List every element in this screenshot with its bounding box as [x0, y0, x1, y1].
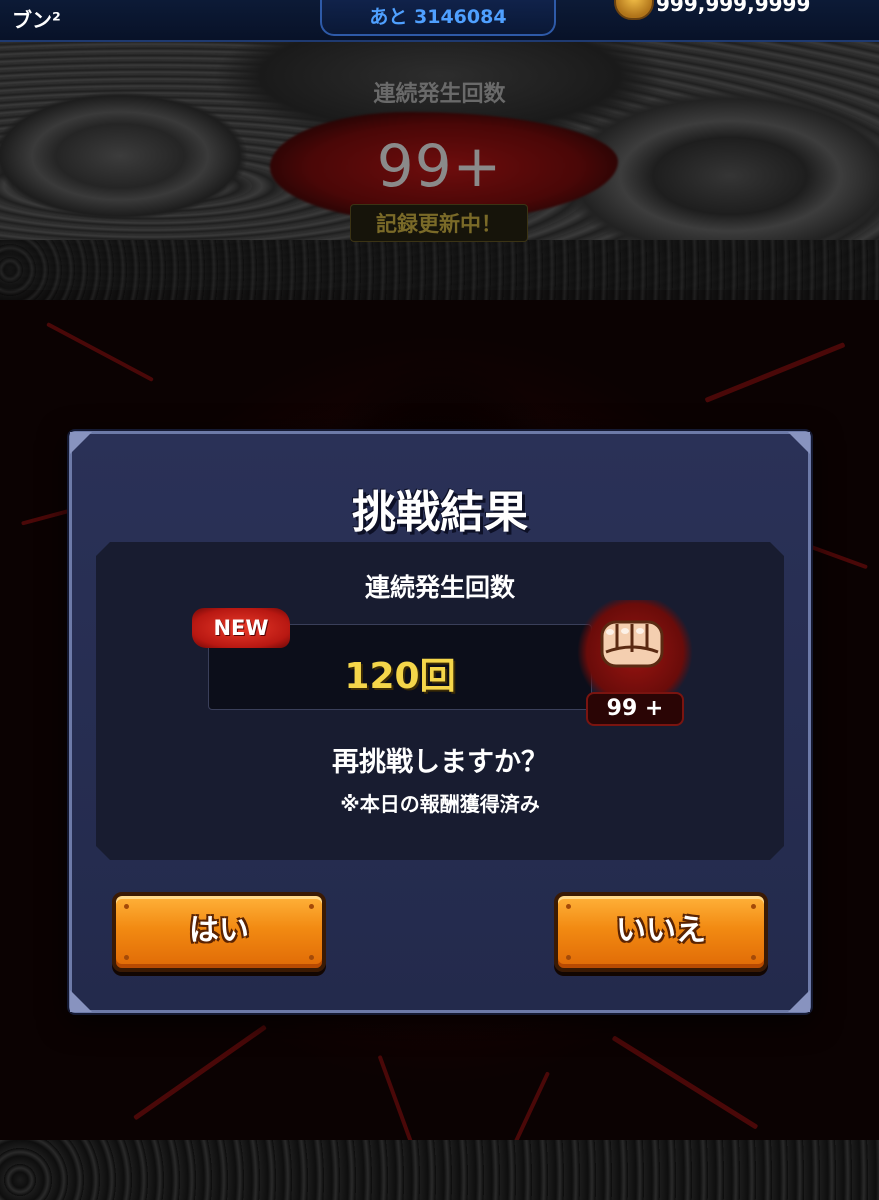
fist-count: 99 +: [586, 692, 684, 726]
rivet: [566, 955, 571, 960]
dialog-corner: [788, 432, 810, 454]
torn-edge: [0, 240, 879, 300]
top-bar: ブン² あと 3146084 999,999,9999: [0, 0, 879, 42]
dialog-corner: [788, 990, 810, 1012]
rivet: [309, 904, 314, 909]
reward-note: ※本日の報酬獲得済み: [340, 792, 540, 816]
result-dialog: 挑戦結果 連続発生回数 120回 NEW 99 + 再挑戦しますか？ ※本日の報…: [69, 431, 811, 1013]
panel-label: 連続発生回数: [364, 573, 515, 602]
yes-button-label: はい: [189, 913, 249, 948]
rivet: [566, 904, 571, 909]
crack: [133, 1024, 267, 1121]
result-panel: 連続発生回数 120回 NEW 99 + 再挑戦しますか？ ※本日の報酬獲得済み: [96, 542, 784, 860]
fist-icon: [596, 612, 668, 676]
dialog-corner: [70, 990, 92, 1012]
count-value: 120回: [344, 656, 456, 697]
rivet: [124, 904, 129, 909]
crack: [704, 342, 846, 403]
fist-badge: 99 +: [570, 600, 702, 726]
crack: [611, 1035, 759, 1130]
rivet: [309, 955, 314, 960]
player-name: ブン²: [12, 8, 61, 32]
rivet: [124, 955, 129, 960]
bottom-rocks: [0, 1140, 879, 1200]
remaining-counter: あと 3146084: [320, 0, 556, 36]
record-badge: 記録更新中！: [350, 204, 528, 242]
rivet: [751, 904, 756, 909]
retry-question: 再挑戦しますか？: [332, 747, 548, 778]
dialog-corner: [70, 432, 92, 454]
streak-value: 99+: [376, 132, 503, 200]
coin-icon: [614, 0, 654, 20]
rivet: [751, 955, 756, 960]
coin-value: 999,999,9999: [656, 0, 811, 16]
no-button[interactable]: いいえ: [554, 892, 768, 972]
streak-label: 連続発生回数: [373, 82, 506, 107]
no-button-label: いいえ: [616, 913, 706, 948]
new-badge: NEW: [192, 608, 290, 648]
dialog-title: 挑戦結果: [352, 487, 528, 538]
crack: [46, 322, 154, 382]
yes-button[interactable]: はい: [112, 892, 326, 972]
